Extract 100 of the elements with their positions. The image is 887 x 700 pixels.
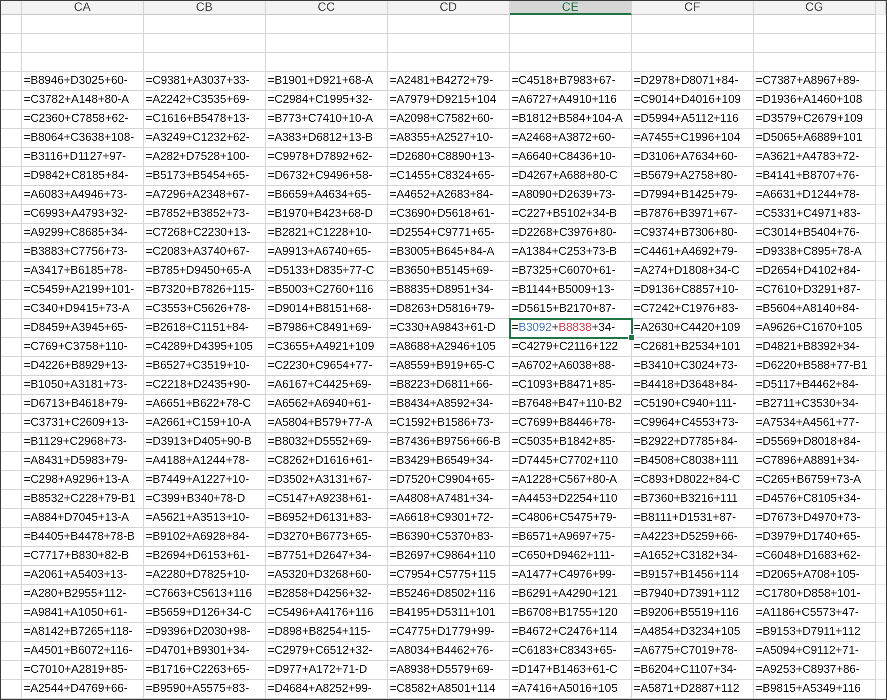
table-cell: =A6651+B622+78-C (144, 395, 266, 414)
row-header[interactable] (1, 566, 22, 585)
table-cell: =B7360+B3216+111 (632, 490, 754, 509)
table-cell: =D9136+C8857+10- (632, 281, 754, 300)
row-header[interactable] (1, 395, 22, 414)
row-header[interactable] (1, 53, 22, 72)
empty-cell[interactable] (144, 34, 266, 53)
row-header[interactable] (1, 585, 22, 604)
row-header[interactable] (1, 281, 22, 300)
table-cell: =B4508+C8038+111 (632, 452, 754, 471)
empty-cell[interactable] (388, 34, 510, 53)
empty-cell[interactable] (266, 34, 388, 53)
table-cell: =B8223+D6811+66- (388, 376, 510, 395)
table-cell: =D977+A172+71-D (266, 661, 388, 680)
table-cell: =D6713+B4618+79- (22, 395, 144, 414)
row-header[interactable] (1, 490, 22, 509)
row-header[interactable] (1, 376, 22, 395)
row-header[interactable] (1, 452, 22, 471)
row-header[interactable] (1, 357, 22, 376)
table-cell: =D6220+B588+77-B1 (754, 357, 876, 376)
row-header[interactable] (1, 34, 22, 53)
table-cell: =A4188+A1244+78- (144, 452, 266, 471)
table-cell: =C298+A9296+13-A (22, 471, 144, 490)
table-cell: =B2694+D6153+61- (144, 547, 266, 566)
row-header[interactable] (1, 91, 22, 110)
table-cell: =C5459+A2199+101- (22, 281, 144, 300)
table-cell: =B7325+C6070+61- (510, 262, 632, 281)
row-header[interactable] (1, 414, 22, 433)
empty-cell[interactable] (632, 53, 754, 72)
table-cell: =B3005+B645+84-A (388, 243, 510, 262)
row-header[interactable] (1, 528, 22, 547)
table-cell: =C5496+A4176+116 (266, 604, 388, 623)
table-cell: =A9253+C8937+86- (754, 661, 876, 680)
table-cell: =D147+B1463+61-C (510, 661, 632, 680)
row-header[interactable] (1, 243, 22, 262)
row-header[interactable] (1, 604, 22, 623)
select-all-corner[interactable] (1, 1, 22, 15)
empty-cell[interactable] (266, 15, 388, 34)
table-cell: =B6204+C1107+34- (632, 661, 754, 680)
table-cell: =C6048+D1683+62- (754, 547, 876, 566)
empty-cell[interactable] (754, 34, 876, 53)
empty-cell[interactable] (632, 34, 754, 53)
empty-cell[interactable] (510, 15, 632, 34)
table-cell: =B6571+A9697+75- (510, 528, 632, 547)
row-header[interactable] (1, 319, 22, 338)
row-header[interactable] (1, 300, 22, 319)
row-header[interactable] (1, 623, 22, 642)
row-header[interactable] (1, 72, 22, 91)
empty-cell[interactable] (144, 15, 266, 34)
empty-cell[interactable] (754, 15, 876, 34)
row-header[interactable] (1, 338, 22, 357)
empty-cell[interactable] (266, 53, 388, 72)
column-header[interactable]: CG (754, 1, 876, 15)
row-header[interactable] (1, 509, 22, 528)
empty-cell[interactable] (510, 34, 632, 53)
table-cell: =A8034+B4462+76- (388, 642, 510, 661)
row-header[interactable] (1, 547, 22, 566)
column-header[interactable]: CB (144, 1, 266, 15)
row-header[interactable] (1, 471, 22, 490)
table-cell: =B3116+D1127+97- (22, 148, 144, 167)
table-cell: =A2630+C4420+109 (632, 319, 754, 338)
table-cell: =A5804+B579+77-A (266, 414, 388, 433)
table-cell: =B5173+B5454+65- (144, 167, 266, 186)
empty-cell[interactable] (510, 53, 632, 72)
empty-cell[interactable] (754, 53, 876, 72)
table-cell: =B2922+D7785+84- (632, 433, 754, 452)
row-header[interactable] (1, 680, 22, 699)
table-cell: =B9815+A5349+116 (754, 680, 876, 699)
table-cell: =C5035+B1842+85- (510, 433, 632, 452)
empty-cell[interactable] (388, 53, 510, 72)
table-cell: =C4775+D1779+99- (388, 623, 510, 642)
table-cell: =A6640+C8436+10- (510, 148, 632, 167)
row-header[interactable] (1, 148, 22, 167)
row-header[interactable] (1, 262, 22, 281)
row-header[interactable] (1, 110, 22, 129)
empty-cell[interactable] (144, 53, 266, 72)
table-cell: =A3621+A4783+72- (754, 148, 876, 167)
table-cell: =C7717+B830+82-B (22, 547, 144, 566)
empty-cell[interactable] (388, 15, 510, 34)
column-header[interactable]: CC (266, 1, 388, 15)
fill-handle[interactable] (628, 334, 635, 341)
column-header[interactable]: CA (22, 1, 144, 15)
row-header[interactable] (1, 186, 22, 205)
empty-cell[interactable] (632, 15, 754, 34)
table-cell: =D2065+A708+105- (754, 566, 876, 585)
row-header[interactable] (1, 661, 22, 680)
column-header[interactable]: CF (632, 1, 754, 15)
row-header[interactable] (1, 167, 22, 186)
column-header[interactable]: CD (388, 1, 510, 15)
table-cell: =D7994+B1425+79- (632, 186, 754, 205)
row-header[interactable] (1, 15, 22, 34)
table-cell: =C5147+A9238+61- (266, 490, 388, 509)
column-header[interactable]: CE (510, 1, 632, 15)
row-header[interactable] (1, 205, 22, 224)
row-header[interactable] (1, 642, 22, 661)
table-cell: =C7896+A8891+34- (754, 452, 876, 471)
row-header[interactable] (1, 224, 22, 243)
row-header[interactable] (1, 129, 22, 148)
row-header[interactable] (1, 433, 22, 452)
table-cell: =B5003+C2760+116 (266, 281, 388, 300)
